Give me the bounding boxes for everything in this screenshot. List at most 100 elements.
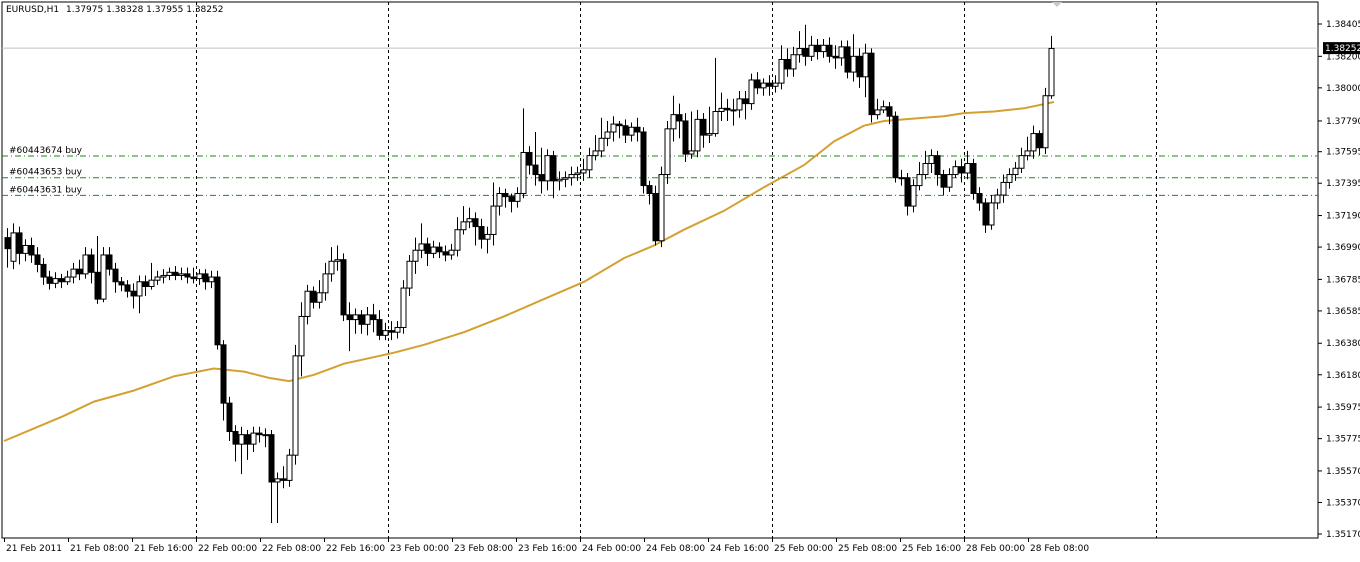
- candle-body: [424, 243, 431, 254]
- candle-body: [262, 434, 269, 437]
- candle-body: [856, 55, 863, 78]
- candle-body: [310, 290, 317, 303]
- candle-body: [28, 244, 35, 256]
- price-tick-label: 1.36380: [1326, 339, 1360, 349]
- time-tick-label: 25 Feb 16:00: [902, 544, 961, 554]
- candle-body: [442, 251, 449, 256]
- candle-body: [118, 281, 125, 286]
- time-tick-label: 23 Feb 16:00: [518, 544, 577, 554]
- price-tick-label: 1.37595: [1326, 148, 1360, 158]
- candle-body: [400, 287, 407, 328]
- candle-body: [778, 58, 785, 84]
- candle-body: [346, 314, 353, 321]
- candle-body: [208, 276, 215, 283]
- candle-body: [1012, 167, 1019, 176]
- chart-window[interactable]: #60443674 buy #60443653 buy #60443631 buy …: [0, 0, 1360, 558]
- candle-body: [508, 196, 515, 202]
- time-tick-label: 24 Feb 16:00: [710, 544, 769, 554]
- candle-body: [850, 55, 857, 73]
- candle-body: [1036, 133, 1043, 149]
- candle-body: [1042, 95, 1049, 149]
- candle-body: [898, 177, 905, 180]
- candle-body: [640, 131, 647, 187]
- candle-body: [52, 278, 59, 284]
- candle-body: [994, 194, 1001, 204]
- price-tick-label: 1.36585: [1326, 307, 1360, 317]
- candle-body: [412, 249, 419, 262]
- candle-body: [220, 344, 227, 404]
- candle-body: [982, 202, 989, 226]
- candle: [640, 127, 647, 194]
- time-tick-label: 22 Feb 00:00: [198, 544, 257, 554]
- candle-body: [94, 271, 101, 300]
- candle-body: [148, 279, 155, 287]
- candle-body: [556, 178, 563, 182]
- candle-body: [226, 402, 233, 433]
- price-tick-label: 1.38405: [1326, 20, 1360, 30]
- candle-body: [622, 125, 629, 136]
- candle-body: [142, 281, 149, 287]
- candle-body: [532, 164, 539, 176]
- candle-body: [598, 137, 605, 152]
- candle-body: [484, 233, 491, 240]
- candle-body: [790, 54, 797, 70]
- time-tick-label: 21 Feb 08:00: [70, 544, 129, 554]
- candle-body: [160, 274, 167, 278]
- candle-body: [652, 192, 659, 242]
- candle-body: [946, 174, 953, 188]
- candle-body: [502, 192, 509, 198]
- candle-body: [436, 246, 443, 253]
- candle-body: [304, 290, 311, 317]
- candle-body: [178, 273, 185, 276]
- candle-body: [892, 115, 899, 179]
- candle: [652, 185, 659, 246]
- candle-body: [766, 82, 773, 87]
- candle-body: [634, 126, 641, 133]
- candle-body: [298, 315, 305, 357]
- candle-body: [388, 330, 395, 333]
- candle-body: [520, 151, 527, 194]
- time-tick-label: 22 Feb 08:00: [262, 544, 321, 554]
- candle-body: [238, 434, 245, 445]
- candle-body: [580, 169, 587, 174]
- price-tick-label: 1.35975: [1326, 403, 1360, 413]
- candle-body: [904, 177, 911, 207]
- candle-body: [928, 155, 935, 165]
- candle: [892, 111, 899, 183]
- candlestick-chart[interactable]: #60443674 buy#60443653 buy#60443631 buy …: [0, 0, 1360, 558]
- candle-body: [214, 276, 221, 346]
- time-tick-label: 22 Feb 16:00: [326, 544, 385, 554]
- candle: [292, 344, 299, 465]
- candle-body: [130, 290, 137, 297]
- candle-body: [748, 79, 755, 105]
- candle-body: [364, 314, 371, 325]
- candle-body: [616, 123, 623, 127]
- candle-body: [274, 478, 281, 483]
- time-tick-label: 24 Feb 00:00: [582, 544, 641, 554]
- candle-body: [1000, 181, 1007, 196]
- candle-body: [958, 166, 965, 174]
- price-tick-label: 1.38000: [1326, 84, 1360, 94]
- candle-body: [820, 44, 827, 53]
- candle-body: [760, 82, 767, 89]
- candle-body: [124, 284, 131, 292]
- candle-body: [1048, 47, 1055, 97]
- candle-body: [196, 273, 203, 280]
- candle-body: [700, 118, 707, 136]
- candle-body: [538, 174, 545, 182]
- candle-body: [808, 44, 815, 57]
- order-label: #60443674 buy: [9, 146, 83, 156]
- candle-body: [376, 319, 383, 336]
- candle-body: [886, 106, 893, 117]
- candle-body: [64, 276, 71, 283]
- candle-body: [418, 243, 425, 251]
- candle-body: [676, 114, 683, 122]
- candle-body: [16, 232, 23, 254]
- candle: [664, 120, 671, 185]
- candle: [340, 253, 347, 322]
- candle-body: [40, 263, 47, 278]
- price-tick-label: 1.35775: [1326, 435, 1360, 445]
- candle-body: [292, 355, 299, 456]
- candle-body: [952, 166, 959, 176]
- time-tick-label: 23 Feb 08:00: [454, 544, 513, 554]
